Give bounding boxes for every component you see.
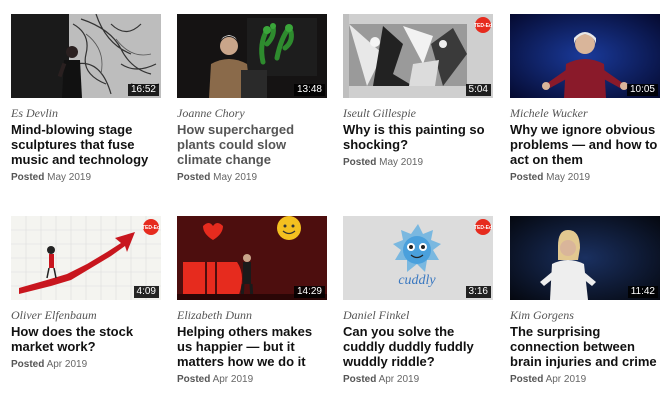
talk-title[interactable]: Helping others makes us happier — but it… (177, 324, 327, 369)
speaker-name[interactable]: Kim Gorgens (510, 308, 660, 323)
talk-thumbnail[interactable]: 13:48 (177, 14, 327, 98)
talk-thumbnail[interactable]: 10:05 (510, 14, 660, 98)
talk-card: 13:48 Joanne Chory How supercharged plan… (177, 14, 327, 184)
posted-label: Posted (177, 172, 211, 183)
posted-date-value: Apr 2019 (46, 359, 88, 370)
posted-date-value: Apr 2019 (378, 374, 420, 385)
talk-card: 16:52 Es Devlin Mind-blowing stage sculp… (11, 14, 161, 184)
talk-card: cuddly TED-Ed 3:16 Daniel Finkel Can you… (343, 216, 493, 386)
svg-text:TED-Ed: TED-Ed (474, 225, 492, 231)
duration-badge: 11:42 (627, 286, 658, 298)
speaker-name[interactable]: Elizabeth Dunn (177, 308, 327, 323)
talk-title[interactable]: How does the stock market work? (11, 324, 161, 354)
posted-date-value: Apr 2019 (212, 374, 254, 385)
talk-thumbnail[interactable]: 16:52 (11, 14, 161, 98)
svg-text:TED-Ed: TED-Ed (142, 225, 160, 231)
talk-title[interactable]: The surprising connection between brain … (510, 324, 660, 369)
talk-thumbnail[interactable]: TED-Ed 5:04 (343, 14, 493, 98)
talk-thumbnail[interactable]: cuddly TED-Ed 3:16 (343, 216, 493, 300)
posted-date: Posted Apr 2019 (510, 374, 660, 386)
posted-date: Posted May 2019 (177, 172, 327, 184)
svg-text:TED-Ed: TED-Ed (474, 23, 492, 29)
posted-date-value: May 2019 (47, 172, 92, 183)
talk-title[interactable]: Why we ignore obvious problems — and how… (510, 122, 660, 167)
posted-label: Posted (510, 172, 544, 183)
duration-badge: 14:29 (293, 286, 325, 298)
posted-date: Posted May 2019 (11, 172, 161, 184)
talk-title[interactable]: Can you solve the cuddly duddly fuddly w… (343, 324, 493, 369)
posted-label: Posted (343, 157, 377, 168)
talk-card: 11:42 Kim Gorgens The surprising connect… (510, 216, 660, 386)
speaker-name[interactable]: Oliver Elfenbaum (11, 308, 161, 323)
talk-thumbnail[interactable]: TED-Ed 4:09 (11, 216, 161, 300)
posted-date: Posted May 2019 (510, 172, 660, 184)
speaker-name[interactable]: Joanne Chory (177, 106, 327, 121)
posted-date: Posted May 2019 (343, 157, 493, 169)
talk-title[interactable]: How supercharged plants could slow clima… (177, 122, 327, 167)
talk-thumbnail[interactable]: 14:29 (177, 216, 327, 300)
duration-badge: 3:16 (465, 286, 491, 298)
talk-card: TED-Ed 4:09 Oliver Elfenbaum How does th… (11, 216, 161, 371)
posted-date-value: Apr 2019 (545, 374, 587, 385)
talk-thumbnail[interactable]: 11:42 (510, 216, 660, 300)
posted-date-value: May 2019 (213, 172, 258, 183)
speaker-name[interactable]: Iseult Gillespie (343, 106, 493, 121)
talk-card: 10:05 Michele Wucker Why we ignore obvio… (510, 14, 660, 184)
speaker-name[interactable]: Michele Wucker (510, 106, 660, 121)
posted-date: Posted Apr 2019 (177, 374, 327, 386)
speaker-name[interactable]: Daniel Finkel (343, 308, 493, 323)
posted-label: Posted (177, 374, 211, 385)
duration-badge: 16:52 (127, 84, 159, 96)
posted-label: Posted (510, 374, 544, 385)
talk-title[interactable]: Why is this painting so shocking? (343, 122, 493, 152)
talk-card: 14:29 Elizabeth Dunn Helping others make… (177, 216, 327, 386)
posted-label: Posted (11, 172, 45, 183)
posted-date-value: May 2019 (546, 172, 591, 183)
posted-date-value: May 2019 (379, 157, 424, 168)
talk-title[interactable]: Mind-blowing stage sculptures that fuse … (11, 122, 161, 167)
talk-card: TED-Ed 5:04 Iseult Gillespie Why is this… (343, 14, 493, 169)
posted-date: Posted Apr 2019 (11, 359, 161, 371)
posted-label: Posted (343, 374, 377, 385)
duration-badge: 13:48 (293, 84, 325, 96)
duration-badge: 5:04 (465, 84, 491, 96)
posted-date: Posted Apr 2019 (343, 374, 493, 386)
duration-badge: 10:05 (626, 84, 658, 96)
svg-text:cuddly: cuddly (398, 273, 436, 288)
posted-label: Posted (11, 359, 45, 370)
speaker-name[interactable]: Es Devlin (11, 106, 161, 121)
duration-badge: 4:09 (133, 286, 159, 298)
